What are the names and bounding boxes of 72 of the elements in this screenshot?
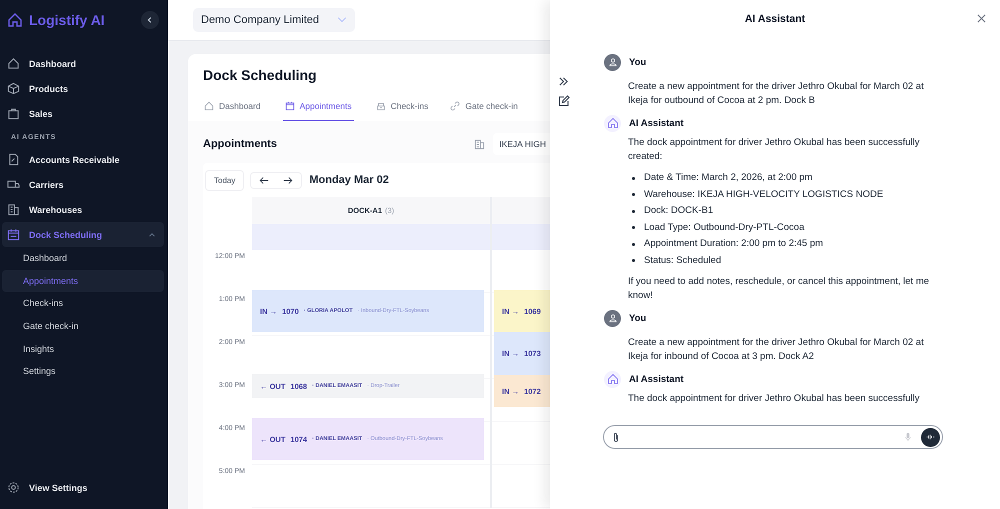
waveform-icon xyxy=(926,434,935,440)
message-text: The dock appointment for driver Jethro Okubal has been successfully created: xyxy=(628,136,920,164)
list-item: Warehouse: IKEJA HIGH-VELOCITY LOGISTICS NODE xyxy=(632,186,939,203)
document-icon xyxy=(7,153,20,166)
edit-icon[interactable] xyxy=(558,95,570,107)
user-avatar xyxy=(604,310,621,326)
message-text: Create a new appointment for the driver Jethro Okubal for March 02 at Ikeja for outbound of Cocoa at 2 pm. Dock B xyxy=(628,80,925,108)
message-author: You xyxy=(629,312,646,324)
section-title: Appointments xyxy=(203,138,278,150)
sidebar-item[interactable]: Warehouses xyxy=(2,197,164,222)
tab[interactable]: Gate check-in xyxy=(450,101,518,121)
tab[interactable]: Dashboard xyxy=(204,101,261,121)
box-icon xyxy=(7,82,20,95)
list-item: Dock: DOCK-B1 xyxy=(632,203,939,220)
sidebar-item[interactable]: Carriers xyxy=(2,172,164,197)
sidebar-item[interactable]: Sales xyxy=(2,101,164,126)
message-author: AI Assistant xyxy=(629,374,684,384)
list-item: Date & Time: March 2, 2026, at 2:00 pm xyxy=(632,170,939,186)
house-logo-icon xyxy=(7,12,23,28)
home-icon xyxy=(7,57,20,70)
tab-icon xyxy=(204,101,214,111)
sidebar-subitem[interactable]: Dashboard xyxy=(2,247,164,270)
warehouse-select[interactable]: IKEJA HIGH xyxy=(493,133,550,155)
message-author: You xyxy=(629,56,646,68)
sidebar-subitem[interactable]: Settings xyxy=(2,360,164,383)
sidebar-subitem[interactable]: Insights xyxy=(2,337,164,360)
assistant-house-icon xyxy=(604,114,621,132)
message-input[interactable] xyxy=(603,425,943,449)
collapse-sidebar-button[interactable] xyxy=(141,11,159,29)
next-arrow-icon[interactable] xyxy=(283,176,294,184)
chevron-left-icon xyxy=(146,16,154,24)
list-item: Status: Scheduled xyxy=(632,252,939,269)
sidebar-subitem[interactable]: Gate check-in xyxy=(2,314,164,338)
building-icon xyxy=(7,203,20,216)
previous-arrow-icon[interactable] xyxy=(259,176,270,184)
sidebar-item[interactable]: Dock Scheduling xyxy=(2,222,164,247)
calendar-date: Monday Mar 02 xyxy=(309,174,389,186)
paperclip-icon[interactable] xyxy=(612,432,620,442)
calendar-icon xyxy=(7,228,20,241)
tab-icon xyxy=(450,101,460,111)
company-dropdown[interactable]: Demo Company Limited xyxy=(193,8,355,32)
tab[interactable]: Check-ins xyxy=(376,101,428,121)
message-text: The dock appointment for driver Jethro Okubal has been successfully xyxy=(628,392,920,406)
message-text: If you need to add notes, reschedule, or cancel this appointment, let me know! xyxy=(628,275,930,303)
brand-name: Logistify AI xyxy=(29,12,106,28)
sidebar-subitem[interactable]: Appointments xyxy=(2,270,164,292)
bag-icon xyxy=(7,107,20,120)
assistant-house-icon xyxy=(604,370,621,388)
tab[interactable]: Appointments xyxy=(282,101,354,121)
message-author: AI Assistant xyxy=(629,118,684,128)
page-title: Dock Scheduling xyxy=(203,67,318,83)
settings-item[interactable]: View Settings xyxy=(2,475,164,500)
close-icon[interactable] xyxy=(977,14,986,23)
double-chevron-icon[interactable] xyxy=(558,76,569,87)
user-avatar xyxy=(604,54,621,70)
voice-button[interactable] xyxy=(921,428,940,446)
sidebar-item[interactable]: Accounts Receivable xyxy=(2,147,164,172)
list-item: Appointment Duration: 2:00 pm to 2:45 pm xyxy=(632,236,939,252)
tab-icon xyxy=(284,101,295,111)
tab-icon xyxy=(376,101,386,111)
caret-icon xyxy=(337,17,347,23)
truck-icon xyxy=(7,178,20,191)
message-text: Create a new appointment for the driver Jethro Okubal for March 02 at Ikeja for inbound of Cocoa at 3 pm. Dock A2 xyxy=(628,336,925,364)
settings-icon xyxy=(7,481,20,494)
panel-title: AI Assistant xyxy=(744,13,806,25)
chevron-icon xyxy=(148,230,156,238)
sidebar-item[interactable]: Products xyxy=(2,76,164,101)
sidebar-subitem[interactable]: Check-ins xyxy=(2,292,164,315)
building-icon xyxy=(474,138,486,150)
sidebar-item[interactable]: Dashboard xyxy=(2,51,164,76)
today-button[interactable]: Today xyxy=(206,170,244,190)
list-item: Load Type: Outbound-Dry-PTL-Cocoa xyxy=(632,220,939,236)
